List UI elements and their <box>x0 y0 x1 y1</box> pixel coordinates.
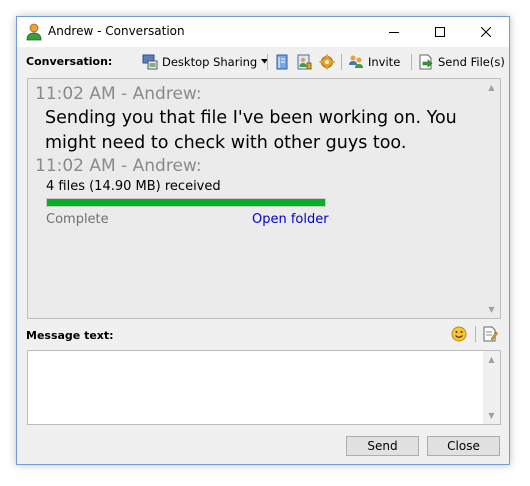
notebook-icon <box>276 54 288 70</box>
desktop-sharing-icon <box>142 54 158 70</box>
message-input-scrollbar[interactable]: ▲ ▼ <box>483 351 500 424</box>
invite-button[interactable]: Invite <box>348 52 400 72</box>
message-text: Sending you that file I've been working … <box>45 108 457 153</box>
open-folder-link[interactable]: Open folder <box>252 212 329 227</box>
send-button[interactable]: Send <box>346 436 419 456</box>
conversation-label: Conversation: <box>26 55 113 68</box>
conversation-scrollbar[interactable]: ▲ ▼ <box>483 79 500 318</box>
settings-button[interactable] <box>319 52 335 72</box>
contact-info-button[interactable] <box>296 52 312 72</box>
user-icon <box>26 23 42 41</box>
window-title: Andrew - Conversation <box>48 24 185 38</box>
maximize-icon <box>435 27 445 37</box>
scroll-up-arrow[interactable]: ▲ <box>483 79 500 96</box>
close-icon <box>481 27 491 37</box>
scroll-down-arrow[interactable]: ▼ <box>483 407 500 424</box>
scroll-down-arrow[interactable]: ▼ <box>483 301 500 318</box>
message-header: 11:02 AM - Andrew: <box>35 156 202 176</box>
progress-fill <box>47 199 325 206</box>
toolbar-separator <box>267 54 268 70</box>
send-files-button[interactable]: Send File(s) <box>418 52 505 72</box>
chevron-down-icon <box>261 59 269 64</box>
message-input[interactable] <box>28 351 483 424</box>
compose-separator <box>475 326 476 342</box>
transfer-status: Complete <box>46 212 109 227</box>
conversation-history[interactable]: 11:02 AM - Andrew: Sending you that file… <box>27 78 501 319</box>
maximize-button[interactable] <box>417 17 463 47</box>
transfer-progress-bar <box>46 198 326 207</box>
invite-users-icon <box>349 55 363 68</box>
invite-label: Invite <box>368 55 401 69</box>
desktop-sharing-button[interactable]: Desktop Sharing <box>142 52 269 72</box>
toolbar-separator <box>411 54 412 70</box>
notebook-button[interactable] <box>274 52 290 72</box>
message-text-label: Message text: <box>26 329 114 342</box>
scroll-up-arrow[interactable]: ▲ <box>483 351 500 368</box>
smiley-icon <box>451 326 467 342</box>
file-transfer-summary: 4 files (14.90 MB) received <box>46 179 221 194</box>
minimize-button[interactable] <box>371 17 417 47</box>
contact-info-icon <box>297 54 312 70</box>
message-header: 11:02 AM - Andrew: <box>35 84 202 104</box>
toolbar-separator <box>341 54 342 70</box>
desktop-sharing-label: Desktop Sharing <box>162 55 258 69</box>
conversation-window: Andrew - Conversation Conversation: Desk… <box>16 16 510 465</box>
gear-icon <box>319 54 335 70</box>
edit-text-icon <box>483 326 498 342</box>
minimize-icon <box>389 32 399 33</box>
close-window-button[interactable] <box>463 17 509 47</box>
toolbar: Conversation: Desktop Sharing Invite Sen… <box>17 47 509 77</box>
send-file-icon <box>419 54 433 70</box>
close-button[interactable]: Close <box>427 436 500 456</box>
send-files-label: Send File(s) <box>438 55 505 69</box>
format-text-button[interactable] <box>482 326 498 342</box>
title-bar[interactable]: Andrew - Conversation <box>17 17 509 47</box>
message-input-box: ▲ ▼ <box>27 350 501 425</box>
emoticon-button[interactable] <box>451 326 467 342</box>
